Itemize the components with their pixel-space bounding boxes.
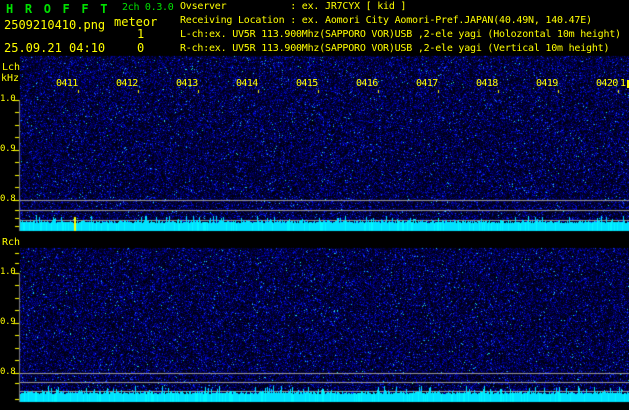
time-label: 0418 bbox=[476, 78, 498, 89]
freq-tick-label: 1.0 bbox=[0, 94, 16, 104]
lch-config-line: L-ch:ex. UV5R 113.900Mhz(SAPPORO VOR)USB… bbox=[180, 29, 621, 40]
meteor-count-lch: 1 bbox=[137, 27, 145, 41]
time-label: 0414 bbox=[236, 78, 258, 89]
time-label: 0415 bbox=[296, 78, 318, 89]
freq-tick-label: 0.9 bbox=[0, 317, 16, 327]
filename-label: 2509210410.png bbox=[4, 18, 106, 32]
app-title: H R O F F T bbox=[6, 2, 110, 16]
freq-tick-label: 0.8 bbox=[0, 194, 16, 204]
khz-unit-label: kHz bbox=[1, 73, 20, 84]
timestamp-label: 25.09.21 04:10 bbox=[4, 41, 106, 55]
meteor-count-rch: 0 bbox=[137, 41, 145, 55]
time-label: 0419 bbox=[536, 78, 558, 89]
mode-label: meteor bbox=[114, 15, 158, 29]
time-label: 0412 bbox=[116, 78, 138, 89]
rch-config-line: R-ch:ex. UV5R 113.900Mhz(SAPPORO VOR)USB… bbox=[180, 43, 610, 54]
freq-tick-label: 1.0 bbox=[0, 267, 16, 277]
freq-tick-label: 0.9 bbox=[0, 144, 16, 154]
lch-panel-label: Lch bbox=[2, 62, 21, 73]
version-label: 2ch 0.3.0 bbox=[122, 2, 174, 13]
hrofft-window: H R O F F T 2ch 0.3.0 2509210410.png met… bbox=[0, 0, 629, 410]
observer-line: Ovserver : ex. JR7CYX [ kid ] bbox=[180, 1, 407, 12]
spectrogram-canvas bbox=[0, 0, 629, 410]
location-line: Receiving Location : ex. Aomori City Aom… bbox=[180, 15, 592, 26]
time-label: 0416 bbox=[356, 78, 378, 89]
time-label: 0413 bbox=[176, 78, 198, 89]
clipped-time-label: 1 bbox=[620, 78, 626, 89]
time-label: 0417 bbox=[416, 78, 438, 89]
rch-panel-label: Rch bbox=[2, 237, 21, 248]
time-label: 0420 bbox=[596, 78, 618, 89]
freq-tick-label: 0.8 bbox=[0, 367, 16, 377]
time-label: 0411 bbox=[56, 78, 78, 89]
